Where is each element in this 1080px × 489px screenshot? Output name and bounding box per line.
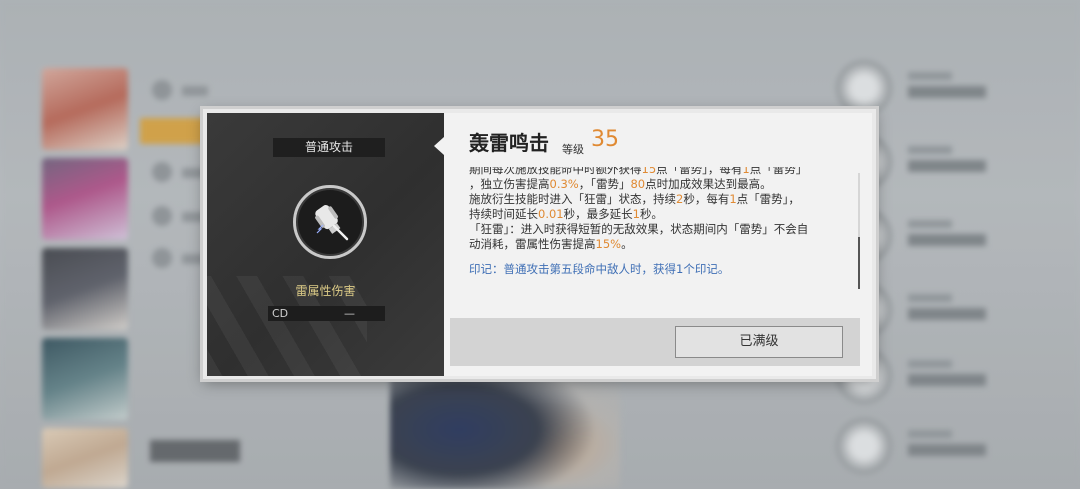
highlight-value: 1	[742, 167, 750, 176]
highlight-value: 0.01	[538, 207, 564, 221]
damage-type-label: 雷属性伤害	[295, 284, 356, 298]
description-text: 持续时间延长	[469, 207, 538, 221]
panel-pointer	[434, 137, 444, 155]
highlight-value: 1	[729, 192, 737, 206]
scrollbar-thumb[interactable]	[858, 237, 860, 289]
description-text: 施放衍生技能时进入「狂雷」状态，持续	[469, 192, 676, 206]
description-line: 持续时间延长0.01秒，最多延长1秒。	[469, 207, 808, 222]
skill-level-value: 35	[591, 127, 619, 152]
skill-description: 期间每次施放技能命中时额外获得15点「雷势」，每有1点「雷势」 ，独立伤害提高0.…	[469, 167, 808, 277]
description-text: 动消耗，雷属性伤害提高	[469, 237, 596, 251]
description-line: 施放衍生技能时进入「狂雷」状态，持续2秒，每有1点「雷势」，	[469, 192, 808, 207]
description-text: 秒，每有	[683, 192, 730, 206]
description-text: 秒。	[639, 207, 663, 221]
max-level-button[interactable]: 已满级	[675, 326, 843, 358]
description-text: 点时加成效果达到最高。	[645, 177, 772, 191]
cooldown-value: —	[344, 307, 355, 320]
dialog-footer: 已满级	[450, 318, 860, 366]
highlight-value: 15%	[595, 237, 622, 251]
description-line: 期间每次施放技能命中时额外获得15点「雷势」，每有1点「雷势」	[469, 167, 808, 177]
lightning-gauntlet-icon	[293, 185, 367, 259]
description-text: 秒，最多延长	[563, 207, 633, 221]
description-text: 期间每次施放技能命中时额外获得	[469, 167, 642, 176]
description-line: ，独立伤害提高0.3%，「雷势」80点时加成效果达到最高。	[469, 177, 808, 192]
description-text: ，独立伤害提高	[469, 177, 550, 191]
highlight-value: 0.3%	[549, 177, 579, 191]
description-text: 点「雷势」，	[736, 192, 800, 206]
skill-detail-panel: 轰雷鸣击 等级 35 期间每次施放技能命中时额外获得15点「雷势」，每有1点「雷…	[444, 113, 872, 376]
mark-text: 印记：普通攻击第五段命中敌人时，获得1个印记。	[469, 262, 730, 276]
highlight-value: 80	[630, 177, 646, 191]
description-text: 「狂雷」：进入时获得短暂的无敌效果，状态期间内「雷势」不会自	[469, 222, 809, 236]
description-line: 「狂雷」：进入时获得短暂的无敌效果，状态期间内「雷势」不会自	[469, 222, 808, 237]
skill-level-label: 等级	[562, 143, 584, 156]
cooldown-bar: CD —	[268, 306, 385, 321]
description-text: ，「雷势」	[578, 177, 631, 191]
description-text: 点「雷势」，每有	[656, 167, 743, 176]
skill-overview-panel: 普通攻击 雷属性伤害 CD —	[207, 113, 444, 376]
highlight-value: 15	[641, 167, 657, 176]
skill-description-scroll[interactable]: 期间每次施放技能命中时额外获得15点「雷势」，每有1点「雷势」 ，独立伤害提高0.…	[469, 167, 854, 297]
skill-detail-dialog: 普通攻击 雷属性伤害 CD — 轰雷鸣击 等级 35 期间每次施放技能命中时额外…	[203, 109, 876, 379]
description-line: 动消耗，雷属性伤害提高15%。	[469, 237, 808, 252]
skill-category-label: 普通攻击	[273, 138, 385, 157]
description-text: 点「雷势」	[749, 167, 808, 176]
description-text: 。	[621, 237, 633, 251]
skill-name: 轰雷鸣击	[469, 131, 549, 155]
cooldown-label: CD	[272, 307, 289, 320]
highlight-value: 1	[632, 207, 640, 221]
